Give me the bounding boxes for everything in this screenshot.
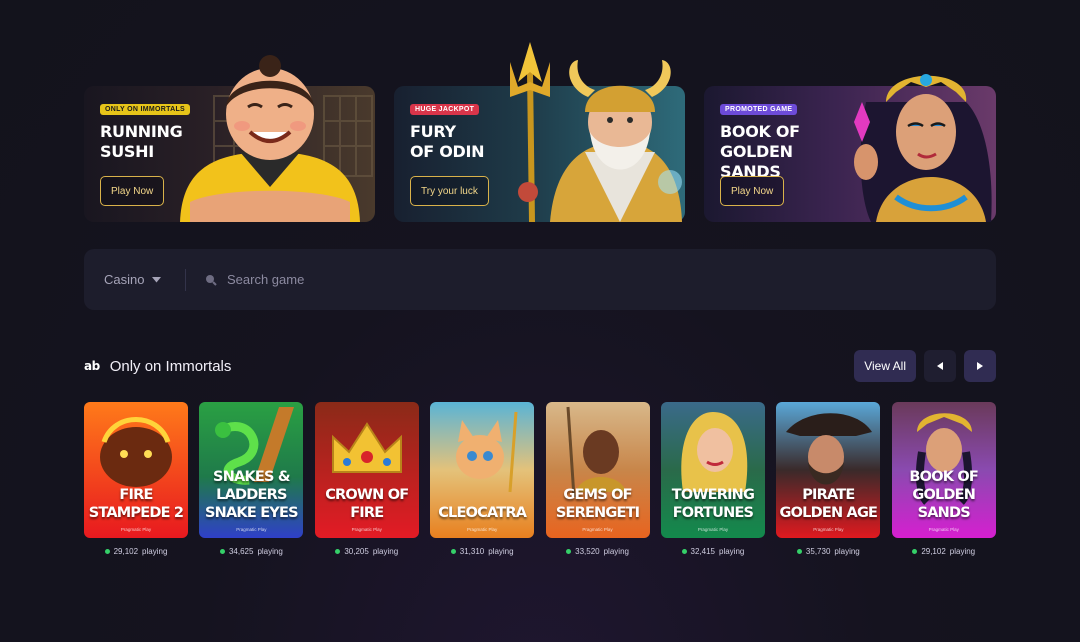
game-card-crown-of-fire[interactable]: Crown of Fire Pragmatic Play 30,205 play… [314,402,419,556]
next-button[interactable] [964,350,996,382]
try-your-luck-button[interactable]: Try your luck [410,176,489,206]
banner-fury-of-odin[interactable]: Huge Jackpot Fury of Odin Try your luck [394,42,685,222]
arrow-right-icon [977,362,983,370]
player-count-value: 31,310 [459,547,485,556]
game-title: Crown of Fire [325,487,409,521]
player-count: 30,205 playing [315,547,419,556]
player-count: 29,102 playing [892,547,996,556]
game-thumbnail[interactable]: Book of Golden Sands Pragmatic Play [891,402,996,538]
player-count-label: playing [949,547,976,556]
player-count-value: 30,205 [344,547,369,556]
prev-button[interactable] [924,350,956,382]
online-dot-icon [335,549,341,554]
promo-banners: Only on Immortals Running Sushi Play Now… [84,40,996,224]
view-all-button[interactable]: View All [854,350,916,382]
cleopatra-character-art [854,74,992,222]
game-title: Cleocatra [438,505,527,521]
online-dot-icon [796,549,802,554]
game-card-towering-fortunes[interactable]: Towering Fortunes Pragmatic Play 32,415 … [660,402,765,556]
game-thumbnail[interactable]: Crown of Fire Pragmatic Play [314,402,419,538]
online-dot-icon [566,549,572,554]
game-thumbnail[interactable]: Towering Fortunes Pragmatic Play [660,402,765,538]
game-thumbnail[interactable]: Snakes & Ladders Snake Eyes Pragmatic Pl… [199,402,304,538]
player-count: 35,730 playing [776,547,880,556]
banner-tag: Huge Jackpot [410,104,480,115]
player-count-label: playing [488,547,514,556]
arrow-left-icon [937,362,943,370]
player-count: 31,310 playing [430,547,534,556]
chevron-down-icon [152,276,162,282]
banner-running-sushi[interactable]: Only on Immortals Running Sushi Play Now [84,55,375,222]
online-dot-icon [450,549,456,554]
game-card-gems-of-serengeti[interactable]: Gems of Serengeti Pragmatic Play 33,520 … [545,402,650,556]
online-dot-icon [219,549,225,554]
game-provider: Pragmatic Play [467,527,498,532]
game-card-pirate-golden-age[interactable]: Pirate Golden Age Pragmatic Play 35,730 … [776,402,881,556]
online-dot-icon [681,549,687,554]
online-dot-icon [104,549,110,554]
game-thumbnail[interactable]: Fire Stampede 2 Pragmatic Play [84,402,188,538]
section-title: Only on Immortals [109,357,232,375]
banner-title: Book of Golden Sands [720,122,800,181]
carousel-controls: View All [854,350,996,382]
player-count: 34,625 playing [199,547,303,556]
banner-book-of-golden-sands[interactable]: Promoted Game Book of Golden Sands Play … [704,74,996,222]
player-count-value: 34,625 [228,547,254,556]
search-input[interactable] [227,272,827,287]
banner-tag: Promoted Game [720,104,798,115]
game-search-bar: Casino [84,249,996,310]
game-provider: Pragmatic Play [236,527,267,532]
search-field[interactable] [186,272,996,287]
player-count-value: 35,730 [805,547,831,556]
play-now-button[interactable]: Play Now [100,176,165,206]
player-count-label: playing [603,547,629,556]
immortals-logo: ab [84,359,100,373]
game-provider: Pragmatic Play [697,527,729,532]
banner-tag: Only on Immortals [100,104,191,115]
game-thumbnail[interactable]: Pirate Golden Age Pragmatic Play [776,402,881,538]
player-count: 32,415 playing [661,547,765,556]
player-count-label: playing [719,547,745,556]
game-title: Pirate Golden Age [779,487,878,521]
game-card-fire-stampede-2[interactable]: Fire Stampede 2 Pragmatic Play 29,102 pl… [84,402,188,556]
game-title: Snakes & Ladders Snake Eyes [205,469,299,521]
play-now-button[interactable]: Play Now [720,176,785,206]
player-count: 29,102 playing [84,547,188,556]
game-card-snakes-ladders[interactable]: Snakes & Ladders Snake Eyes Pragmatic Pl… [199,402,304,556]
player-count-value: 29,102 [113,547,139,556]
player-count-value: 33,520 [575,547,600,556]
category-dropdown[interactable]: Casino [84,268,186,291]
banner-title: Running Sushi [100,122,183,161]
game-title: Fire Stampede 2 [88,487,184,521]
game-card-book-of-golden-sands[interactable]: Book of Golden Sands Pragmatic Play 29,1… [891,402,996,556]
game-provider: Pragmatic Play [813,527,844,532]
banner-title: Fury of Odin [410,122,485,161]
game-title: Book of Golden Sands [909,469,979,521]
game-carousel: Fire Stampede 2 Pragmatic Play 29,102 pl… [84,402,996,556]
game-thumbnail[interactable]: Gems of Serengeti Pragmatic Play [545,402,650,538]
game-title: Gems of Serengeti [555,487,640,521]
player-count-label: playing [372,547,399,556]
search-icon [206,274,217,286]
game-card-cleocatra[interactable]: Cleocatra Pragmatic Play 31,310 playing [430,402,535,556]
player-count-value: 32,415 [690,547,715,556]
game-thumbnail[interactable]: Cleocatra Pragmatic Play [430,402,535,538]
game-provider: Pragmatic Play [351,527,382,532]
player-count-label: playing [257,547,283,556]
section-header: ab Only on Immortals View All [84,350,996,382]
game-provider: Pragmatic Play [120,527,152,532]
player-count-value: 29,102 [921,547,946,556]
game-provider: Pragmatic Play [928,527,959,532]
game-provider: Pragmatic Play [582,527,613,532]
player-count-label: playing [142,547,168,556]
player-count: 33,520 playing [546,547,650,556]
game-title: Towering Fortunes [671,487,755,521]
player-count-label: playing [834,547,860,556]
category-selected-label: Casino [104,272,145,287]
online-dot-icon [912,549,918,554]
